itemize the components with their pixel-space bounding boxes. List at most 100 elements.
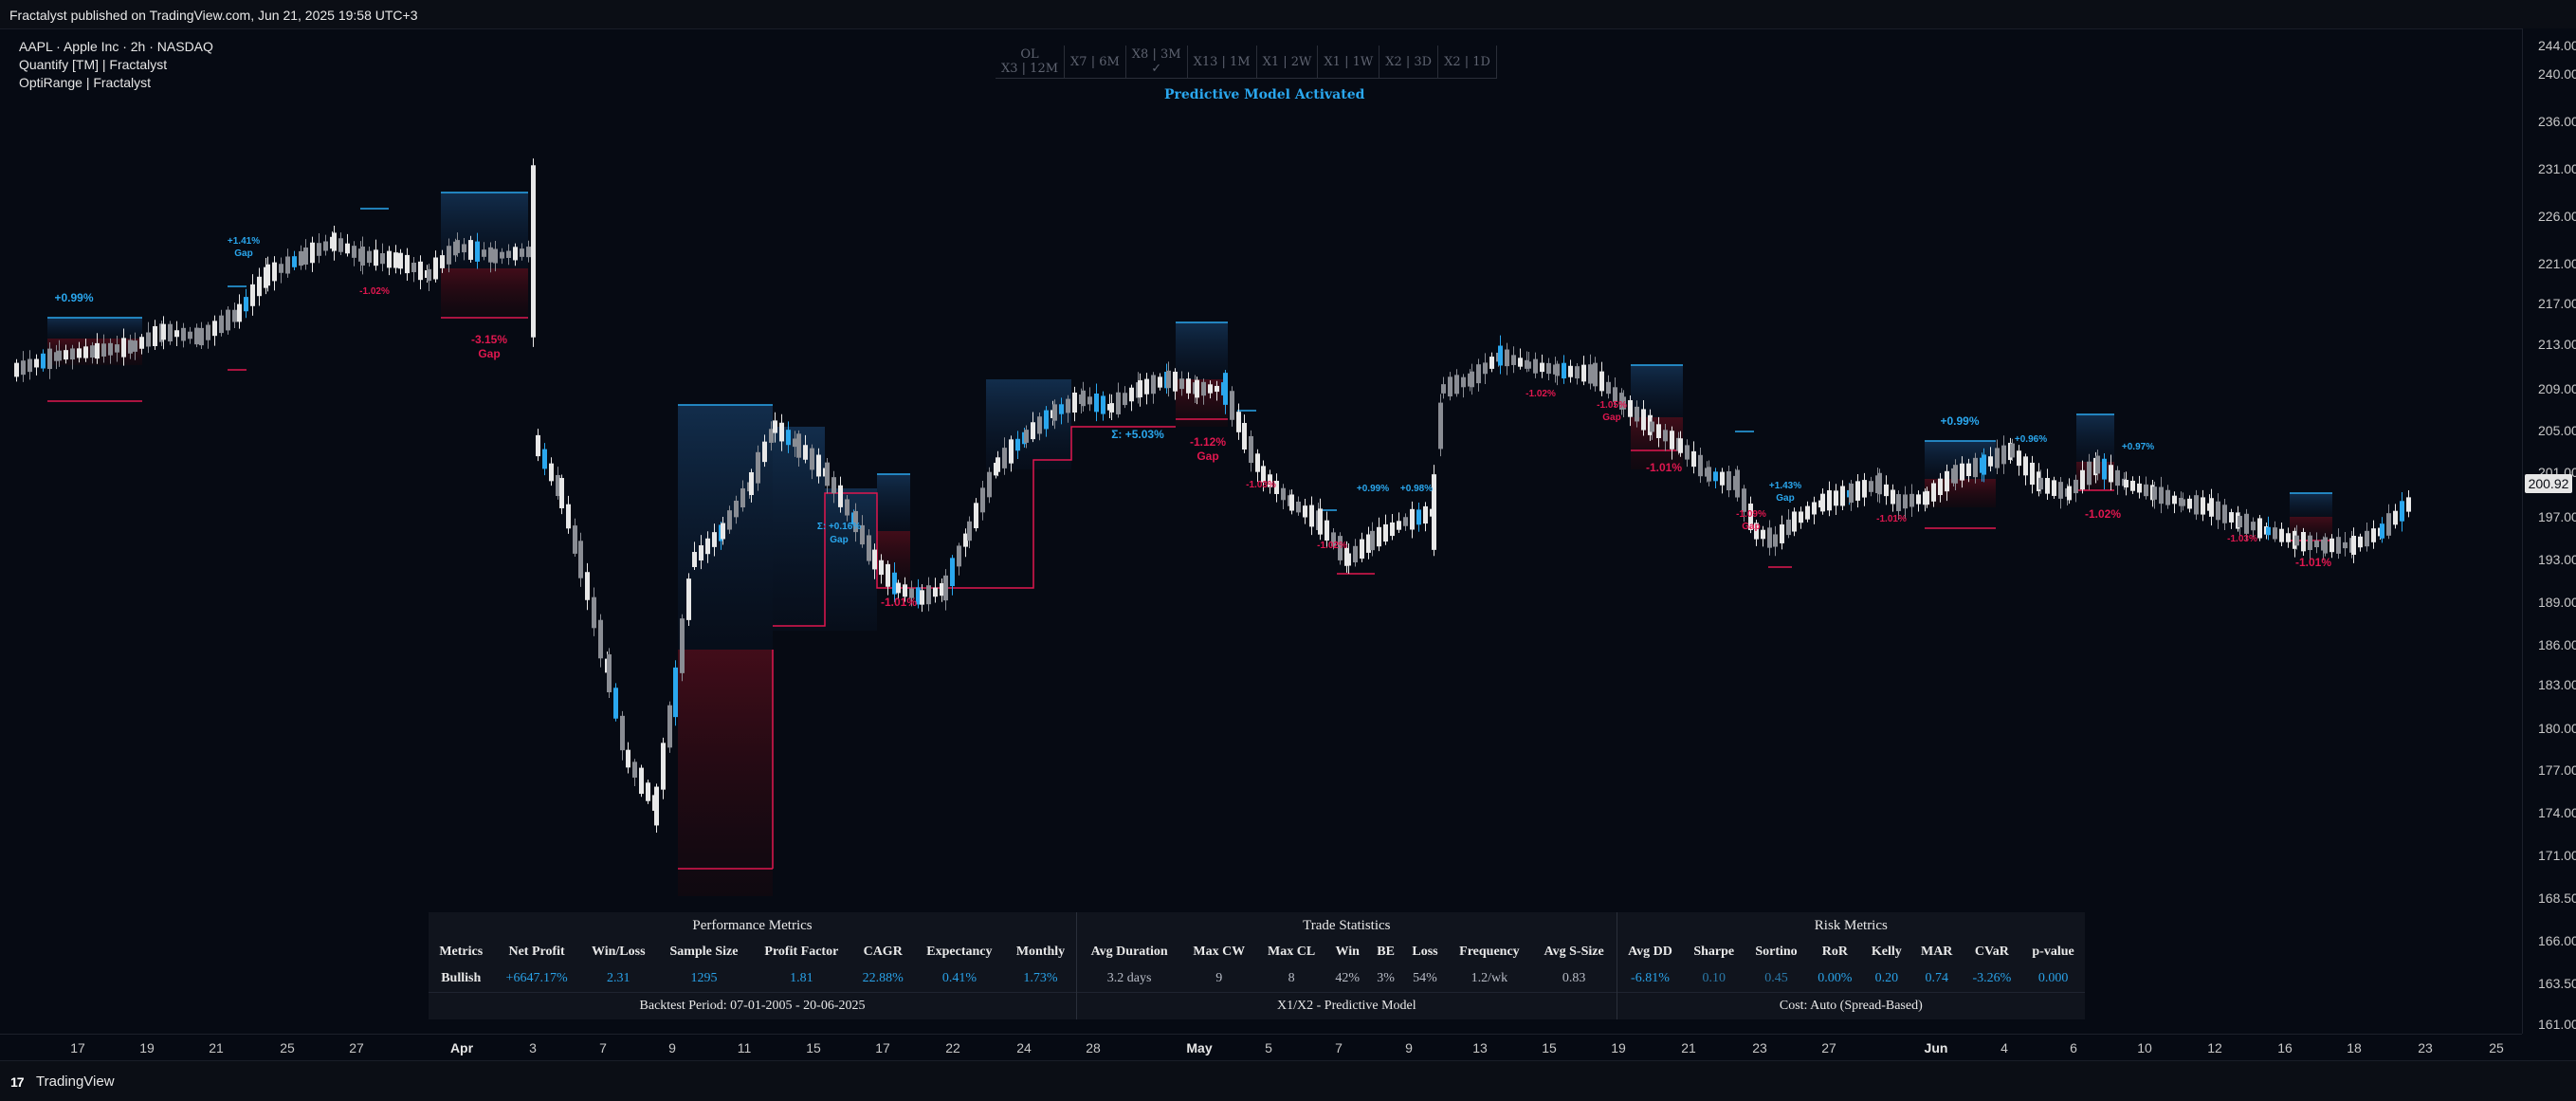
signal-label: -1.12% (1190, 435, 1226, 449)
signal-label: -1.05% (1597, 400, 1627, 411)
metric-header: Win (1335, 945, 1360, 959)
signal-label: -1.02% (359, 286, 390, 297)
tf-cell: X13 | 1M (1187, 46, 1257, 79)
time-tick: 10 (2137, 1040, 2152, 1055)
time-tick: 15 (1542, 1040, 1557, 1055)
time-tick: 11 (737, 1040, 752, 1055)
symbol-info[interactable]: AAPL · Apple Inc · 2h · NASDAQ (19, 38, 213, 56)
metric-value: 0.45 (1764, 971, 1788, 985)
metric-header: Avg Duration (1090, 945, 1168, 959)
time-tick: 12 (2207, 1040, 2222, 1055)
tf-cell: X1 | 2W (1256, 46, 1319, 79)
metric-value: 0.00% (1818, 971, 1853, 985)
metric-header: Loss (1412, 945, 1438, 959)
time-tick: 17 (875, 1040, 890, 1055)
metric-header: Max CW (1193, 945, 1246, 959)
price-chart[interactable]: +0.99% +1.41% Gap -1.02% -3.15% Gap Σ: +… (0, 28, 2522, 1034)
publish-info: Fractalyst published on TradingView.com,… (9, 8, 418, 23)
price-tick: 177.00 (2538, 762, 2576, 778)
time-tick: 19 (1611, 1040, 1626, 1055)
candlestick-chart[interactable]: +0.99% +1.41% Gap -1.02% -3.15% Gap Σ: +… (0, 28, 2522, 1034)
price-tick: 205.00 (2538, 423, 2576, 438)
price-tick: 174.00 (2538, 805, 2576, 820)
signal-label: -1.01% (881, 596, 917, 609)
tradingview-footer: 17 TradingView (0, 1060, 2576, 1101)
time-tick: 5 (1265, 1040, 1272, 1055)
signal-label: -1.01% (1646, 461, 1682, 474)
signal-label: Σ: +5.03% (1111, 428, 1164, 441)
metric-header: CVaR (1974, 945, 2009, 959)
metric-header: Metrics (439, 945, 484, 959)
section-trade-stats: Trade Statistics (1076, 912, 1617, 939)
price-axis[interactable] (2522, 28, 2576, 1034)
price-tick: 168.50 (2538, 890, 2576, 906)
time-tick: Jun (1924, 1040, 1948, 1055)
metric-value: 0.74 (1925, 971, 1948, 985)
signal-label: +0.97% (2122, 442, 2154, 452)
time-tick: 21 (209, 1040, 224, 1055)
metric-value: 42% (1335, 971, 1361, 985)
price-tick: 240.00 (2538, 66, 2576, 82)
time-tick: 4 (2001, 1040, 2008, 1055)
metric-value: 3.2 days (1106, 971, 1152, 985)
price-tick: 244.00 (2538, 38, 2576, 53)
price-tick: 226.00 (2538, 209, 2576, 224)
signal-label: -1.09% (1736, 509, 1766, 520)
metric-header: Profit Factor (764, 945, 839, 959)
zone-boxes (47, 192, 2332, 896)
signal-label: -1.01% (1876, 514, 1907, 524)
price-tick: 231.00 (2538, 161, 2576, 176)
metrics-table: Performance Metrics Trade Statistics Ris… (429, 912, 2085, 1019)
time-tick: 21 (1681, 1040, 1696, 1055)
backtest-period: Backtest Period: 07-01-2005 - 20-06-2025 (429, 992, 1078, 1019)
indicator-quantify[interactable]: Quantify [TM] | Fractalyst (19, 56, 213, 74)
signal-label: -1.02% (1526, 389, 1556, 399)
model-label: X1/X2 - Predictive Model (1076, 992, 1617, 1019)
metric-value: 1.2/wk (1471, 971, 1508, 985)
section-risk: Risk Metrics (1814, 917, 1888, 933)
time-tick: 19 (139, 1040, 155, 1055)
time-tick: 9 (1405, 1040, 1413, 1055)
signal-label: Gap (1197, 450, 1218, 463)
price-tick: 163.50 (2538, 976, 2576, 991)
model-status: Predictive Model Activated (1164, 87, 1365, 102)
time-tick: 7 (599, 1040, 607, 1055)
metric-value: 0.20 (1874, 971, 1899, 985)
time-tick: 25 (2489, 1040, 2504, 1055)
signal-label: +0.99% (1357, 484, 1389, 494)
signal-label: -1.02% (1317, 541, 1347, 551)
signal-label: +1.43% (1769, 481, 1801, 491)
time-tick: 25 (280, 1040, 295, 1055)
metric-value: +6647.17% (505, 971, 568, 985)
time-tick: 13 (1472, 1040, 1488, 1055)
section-performance: Performance Metrics (429, 912, 1078, 939)
signal-label: Gap (1742, 522, 1760, 532)
time-tick: 28 (1086, 1040, 1101, 1055)
metric-header: p-value (2032, 945, 2074, 959)
metric-value: 22.88% (862, 971, 904, 985)
time-tick: 7 (1335, 1040, 1343, 1055)
indicator-optirange[interactable]: OptiRange | Fractalyst (19, 74, 213, 92)
metric-header: Sharpe (1693, 945, 1735, 959)
signal-label: -1.01% (2295, 556, 2331, 569)
metric-value: 2.31 (607, 971, 630, 985)
metric-header: Avg DD (1628, 945, 1672, 959)
price-tick: 189.00 (2538, 595, 2576, 610)
metric-value: 0.000 (2037, 971, 2069, 985)
signal-label: Gap (830, 535, 848, 545)
metric-value: 54% (1413, 971, 1437, 985)
metric-value: 8 (1288, 971, 1295, 985)
metric-header: Avg S-Size (1531, 939, 1617, 965)
time-tick: 17 (70, 1040, 85, 1055)
time-tick: 23 (1752, 1040, 1767, 1055)
signal-label: Σ: +0.16% (817, 522, 861, 532)
metric-header: Sample Size (669, 945, 739, 959)
brand-name[interactable]: TradingView (36, 1073, 115, 1090)
time-tick: 22 (945, 1040, 960, 1055)
signal-label: +0.98% (1400, 484, 1433, 494)
metric-value: Bullish (441, 971, 482, 985)
price-tick: 193.00 (2538, 552, 2576, 567)
signal-label: -1.02% (2085, 507, 2121, 521)
metric-header: Expectancy (926, 945, 993, 959)
tradingview-logo-icon[interactable]: 17 (10, 1074, 25, 1090)
